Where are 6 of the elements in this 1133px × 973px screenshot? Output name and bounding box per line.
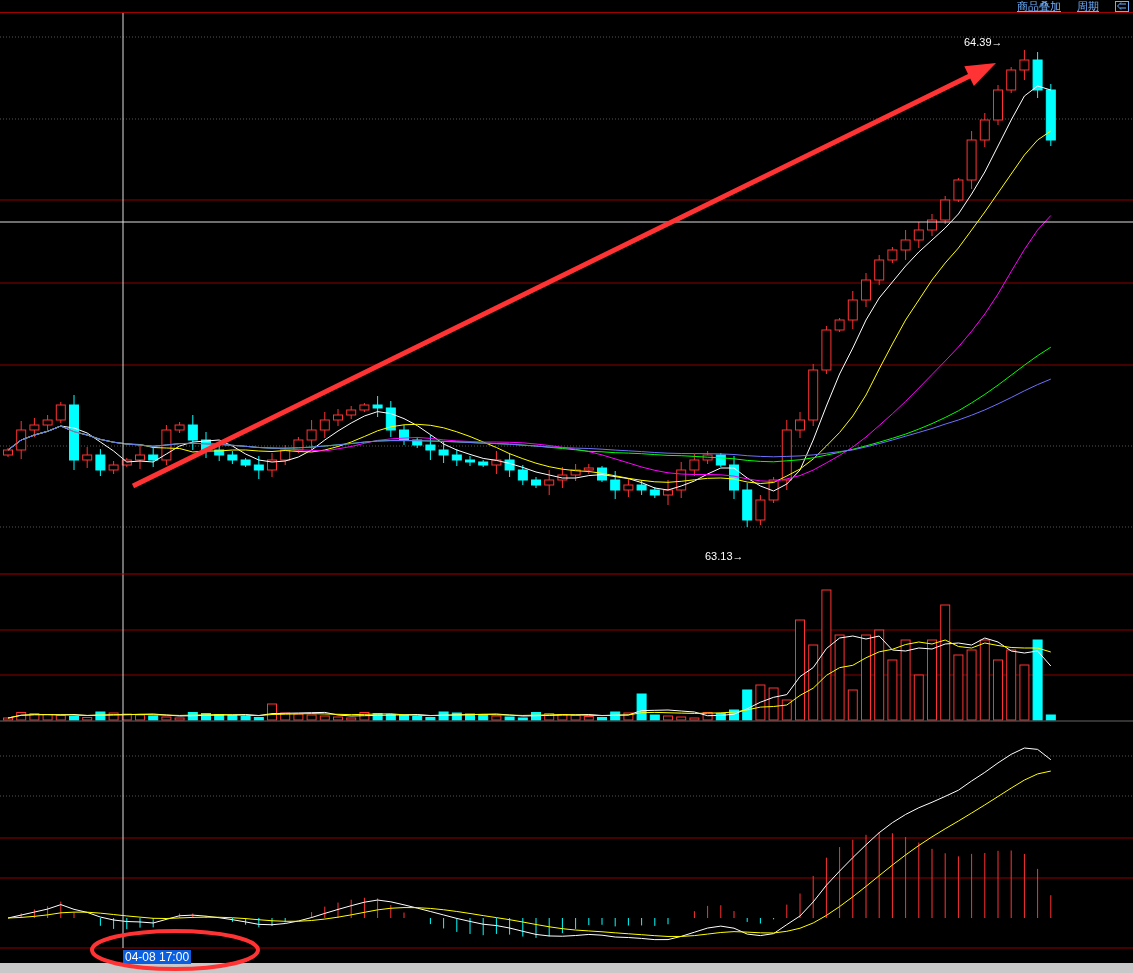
toolbar-link[interactable]: 商品叠加 (1017, 0, 1061, 12)
toolbar-link[interactable]: 周期 (1077, 0, 1099, 12)
low-price-label: 63.13→ (705, 549, 744, 564)
high-price-label: 64.39→ (964, 35, 1003, 50)
crosshair-time-label: 04-08 17:00 (123, 950, 192, 964)
back-icon[interactable] (1115, 0, 1129, 12)
